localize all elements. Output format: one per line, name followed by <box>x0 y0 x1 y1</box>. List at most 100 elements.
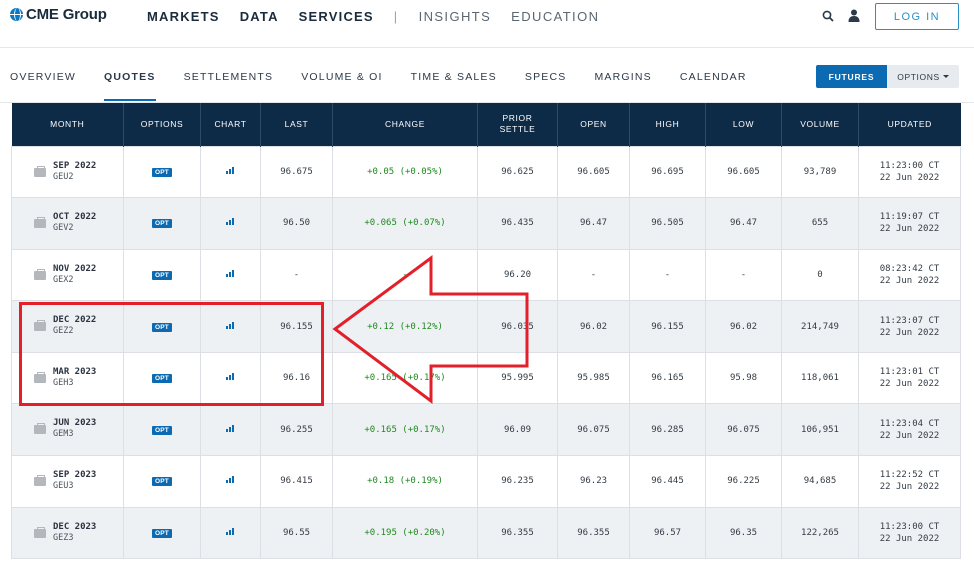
bar-chart-icon[interactable] <box>225 373 236 381</box>
briefcase-icon[interactable] <box>34 165 46 177</box>
updated-date: 22 Jun 2022 <box>879 482 940 493</box>
table-row: NOV 2022 GEX2 OPT - -96.20- - -0 08:23:42 CT 22 … <box>11 248 961 302</box>
quotes-table: MONTH OPTIONS CHART LAST CHANGE PRIOR SETTLE OP… <box>11 103 961 560</box>
bar-chart-icon[interactable] <box>225 424 236 432</box>
briefcase-icon[interactable] <box>34 423 46 435</box>
bar-chart-icon[interactable] <box>225 321 236 329</box>
opt-link[interactable]: OPT <box>152 219 172 229</box>
nav-item-services[interactable]: SERVICES <box>299 9 374 24</box>
opt-link[interactable]: OPT <box>152 374 172 384</box>
updated-cell: 11:22:52 CT 22 Jun 2022 <box>858 455 961 508</box>
opt-link[interactable]: OPT <box>152 528 172 538</box>
updated-date: 22 Jun 2022 <box>879 275 940 286</box>
briefcase-icon[interactable] <box>34 268 46 280</box>
brand-name: CME Group <box>26 6 107 23</box>
tab-calendar[interactable]: CALENDAR <box>680 71 747 83</box>
tab-volume-oi[interactable]: VOLUME & OI <box>301 71 382 83</box>
contract-code: GEZ3 <box>53 532 74 543</box>
contract-code: GEU2 <box>53 171 74 182</box>
briefcase-icon[interactable] <box>34 475 46 487</box>
contract-month: NOV 2022 <box>53 263 97 274</box>
options-label: OPTIONS <box>897 71 940 82</box>
nav-item-education[interactable]: EDUCATION <box>511 9 599 24</box>
high-price: 96.57 <box>629 506 706 560</box>
contract-month: SEP 2022 <box>53 160 97 171</box>
tab-overview[interactable]: OVERVIEW <box>10 71 76 83</box>
nav-item-markets[interactable]: MARKETS <box>147 9 220 24</box>
options-cell: OPT <box>123 300 201 353</box>
chart-cell <box>200 248 261 302</box>
column-header-label: SETTLE <box>499 124 536 135</box>
prior-settle: 96.355 <box>477 506 558 560</box>
bar-chart-icon[interactable] <box>225 476 236 484</box>
column-header-label: HIGH <box>655 118 680 129</box>
low-price: 96.225 <box>705 455 782 508</box>
chart-cell <box>200 403 261 457</box>
bar-chart-icon[interactable] <box>225 527 236 535</box>
column-header-month: MONTH <box>11 103 124 146</box>
price-change: - <box>332 248 478 302</box>
column-header-label: CHANGE <box>385 118 425 129</box>
table-row: SEP 2023 GEU3 OPT 96.415 +0.18 (+0.19%) 96.23… <box>11 455 961 508</box>
bar-chart-icon[interactable] <box>225 166 236 174</box>
login-button[interactable]: LOG IN <box>875 3 959 30</box>
search-icon[interactable] <box>822 10 834 22</box>
high-price: 96.165 <box>629 351 706 405</box>
briefcase-icon[interactable] <box>34 526 46 538</box>
product-tabs: OVERVIEW QUOTES SETTLEMENTS VOLUME & OI TIME… <box>10 71 747 101</box>
open-price: 96.02 <box>557 300 630 353</box>
briefcase-icon[interactable] <box>34 217 46 229</box>
low-price: 95.98 <box>705 351 782 405</box>
tab-specs[interactable]: SPECS <box>525 71 567 83</box>
price-change: +0.165 (+0.17%) <box>332 351 478 405</box>
briefcase-icon[interactable] <box>34 371 46 383</box>
user-icon[interactable] <box>848 9 860 22</box>
nav-item-insights[interactable]: INSIGHTS <box>419 9 492 24</box>
month-cell: SEP 2022 GEU2 <box>11 145 124 199</box>
opt-link[interactable]: OPT <box>152 167 172 177</box>
updated-cell: 11:23:00 CT 22 Jun 2022 <box>858 506 961 560</box>
options-cell: OPT <box>123 145 201 199</box>
column-header-prior-settle: PRIOR SETTLE <box>477 103 558 146</box>
tab-margins[interactable]: MARGINS <box>594 71 651 83</box>
column-header-volume: VOLUME <box>781 103 859 146</box>
column-header-label: VOLUME <box>800 118 840 129</box>
options-dropdown-button[interactable]: OPTIONS <box>887 65 959 88</box>
opt-link[interactable]: OPT <box>152 477 172 487</box>
column-header-label: UPDATED <box>887 118 932 129</box>
price-change: +0.18 (+0.19%) <box>332 455 478 508</box>
chart-cell <box>200 145 261 199</box>
open-price: 95.985 <box>557 351 630 405</box>
contract-month: DEC 2023 <box>53 521 97 532</box>
cme-group-logo[interactable]: CME Group <box>10 6 107 23</box>
options-cell: OPT <box>123 455 201 508</box>
open-price: - <box>557 248 630 302</box>
column-header-low: LOW <box>705 103 782 146</box>
bar-chart-icon[interactable] <box>225 269 236 277</box>
opt-link[interactable]: OPT <box>152 270 172 280</box>
table-row: OCT 2022 GEV2 OPT 96.50 +0.065 (+0.07%) 96.43… <box>11 197 961 250</box>
open-price: 96.075 <box>557 403 630 457</box>
nav-item-data[interactable]: DATA <box>240 9 279 24</box>
opt-link[interactable]: OPT <box>152 425 172 435</box>
updated-time: 11:22:52 CT <box>879 470 940 481</box>
tab-quotes[interactable]: QUOTES <box>104 71 156 101</box>
prior-settle: 95.995 <box>477 351 558 405</box>
tab-settlements[interactable]: SETTLEMENTS <box>184 71 274 83</box>
chart-cell <box>200 197 261 250</box>
updated-time: 11:19:07 CT <box>879 212 940 223</box>
futures-toggle-button[interactable]: FUTURES <box>816 65 887 88</box>
high-price: 96.505 <box>629 197 706 250</box>
table-header-row: MONTH OPTIONS CHART LAST CHANGE PRIOR SETTLE OP… <box>11 103 961 146</box>
price-change: +0.05 (+0.05%) <box>332 145 478 199</box>
bar-chart-icon[interactable] <box>225 218 236 226</box>
updated-time: 08:23:42 CT <box>879 263 940 274</box>
opt-link[interactable]: OPT <box>152 322 172 332</box>
volume: 106,951 <box>781 403 859 457</box>
month-label: MAR 2023 GEH3 <box>53 367 96 389</box>
tab-time-sales[interactable]: TIME & SALES <box>411 71 497 83</box>
low-price: 96.47 <box>705 197 782 250</box>
column-header-label: LAST <box>284 118 309 129</box>
briefcase-icon[interactable] <box>34 320 46 332</box>
volume: 655 <box>781 197 859 250</box>
